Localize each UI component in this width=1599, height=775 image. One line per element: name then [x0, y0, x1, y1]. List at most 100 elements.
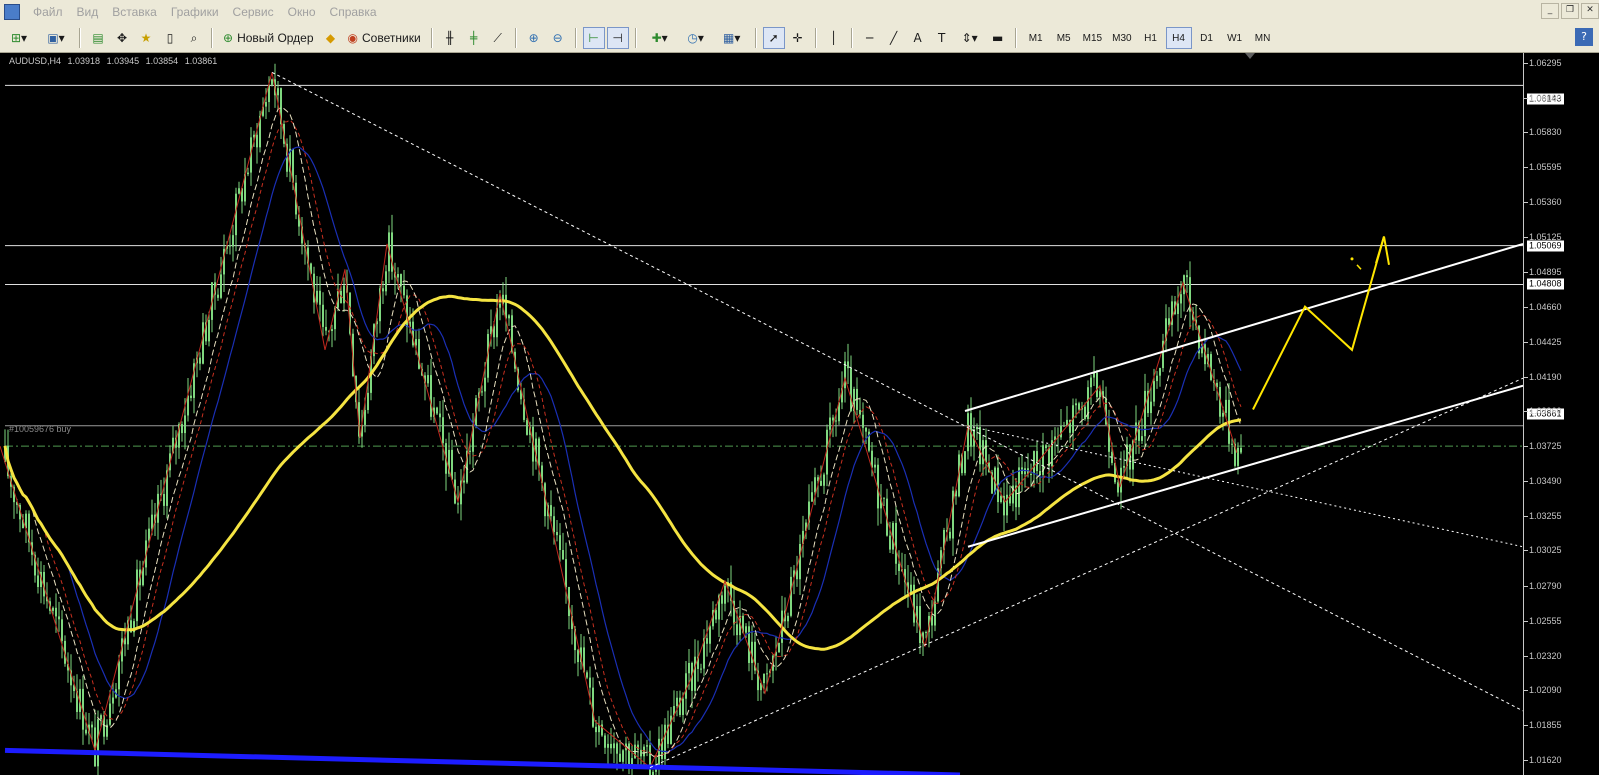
strategy-tester-icon[interactable]: ⌕	[183, 27, 205, 49]
auto-scroll-icon[interactable]: ⊢	[582, 27, 605, 49]
help-icon[interactable]: ?	[1575, 28, 1593, 46]
menu-help[interactable]: Справка	[323, 0, 384, 24]
toolbar-separator	[79, 28, 81, 48]
minimize-button[interactable]: _	[1541, 3, 1559, 19]
candle-body	[256, 134, 258, 148]
candle-body	[382, 288, 384, 292]
price-chart[interactable]: AUDUSD,H4 1.03918 1.03945 1.03854 1.0386…	[0, 53, 1599, 775]
timeframe-m5[interactable]: M5	[1051, 27, 1077, 49]
candle-body	[1150, 401, 1152, 414]
vertical-line-icon[interactable]: │	[823, 27, 845, 49]
candle-body	[457, 503, 459, 505]
candle-body	[964, 451, 966, 474]
chart-shift-icon[interactable]: ⊣	[606, 27, 629, 49]
candlestick-icon[interactable]: ╪	[463, 27, 485, 49]
candle-body	[136, 569, 138, 622]
candle-body	[589, 677, 591, 688]
candle-body	[1231, 443, 1233, 445]
price-tick-label: 1.02090	[1529, 684, 1562, 695]
timeframe-h4[interactable]: H4	[1165, 27, 1192, 49]
menu-charts[interactable]: Графики	[164, 0, 226, 24]
profiles-icon[interactable]: ▣ ▾	[39, 27, 73, 49]
arrows-icon[interactable]: ⇕▾	[955, 27, 985, 49]
line-chart-icon[interactable]: ⟋	[487, 27, 509, 49]
candle-body	[1030, 474, 1032, 476]
candle-body	[1210, 354, 1212, 381]
candle-body	[1063, 425, 1065, 427]
timeframe-m15[interactable]: M15	[1079, 27, 1106, 49]
toolbar-separator	[850, 28, 853, 48]
horizontal-line-icon[interactable]: ─	[859, 27, 881, 49]
close-button[interactable]: ✕	[1581, 3, 1599, 19]
text-icon[interactable]: A	[907, 27, 929, 49]
candle-body	[1090, 377, 1092, 388]
indicators-icon[interactable]: ✚ ▾	[643, 27, 677, 49]
candle-body	[931, 615, 933, 626]
candle-body	[799, 543, 801, 580]
candle-body	[685, 673, 687, 699]
menu-file[interactable]: Файл	[26, 0, 70, 24]
templates-icon[interactable]: ▦ ▾	[715, 27, 749, 49]
candle-body	[538, 438, 540, 466]
restore-button[interactable]: ❐	[1561, 3, 1579, 19]
candle-body	[649, 745, 651, 775]
forecast-dash	[1356, 264, 1362, 270]
candle-body	[559, 535, 561, 551]
candle-body	[847, 361, 849, 369]
toolbar-separator	[754, 28, 757, 48]
crosshair-icon[interactable]: ✛	[787, 27, 809, 49]
bar-chart-icon[interactable]: ╫	[439, 27, 461, 49]
navigator-icon[interactable]: ✥	[111, 27, 133, 49]
advisors-button[interactable]: ◉ Советники	[344, 27, 425, 49]
periods-icon[interactable]: ◷ ▾	[679, 27, 713, 49]
price-tick-label: 1.04425	[1529, 336, 1562, 347]
candle-body	[577, 650, 579, 663]
order-label[interactable]: #10059676 buy	[9, 424, 71, 434]
price-tick-label: 1.04190	[1529, 371, 1562, 382]
cursor-icon[interactable]: ➚	[762, 27, 785, 49]
rectangle-icon[interactable]: ▬	[987, 27, 1009, 49]
zoom-out-icon[interactable]: ⊖	[547, 27, 569, 49]
candle-body	[100, 715, 102, 720]
zoom-in-icon[interactable]: ⊕	[523, 27, 545, 49]
candle-body	[37, 575, 39, 588]
candle-body	[247, 172, 249, 175]
timeframe-m30[interactable]: M30	[1108, 27, 1135, 49]
price-tick-label: 1.04660	[1529, 301, 1562, 312]
candle-body	[865, 427, 867, 432]
timeframe-d1[interactable]: D1	[1194, 27, 1220, 49]
chart-shift-marker[interactable]	[1245, 53, 1255, 59]
candle-body	[721, 595, 723, 604]
candle-body	[442, 417, 444, 444]
candle-body	[1033, 451, 1035, 475]
candle-body	[403, 285, 405, 296]
price-tick-label: 1.02790	[1529, 580, 1562, 591]
timeframe-h1[interactable]: H1	[1138, 27, 1164, 49]
trendline-icon[interactable]: ╱	[883, 27, 905, 49]
chart-close: 1.03861	[184, 56, 218, 66]
favorites-icon[interactable]: ★	[135, 27, 157, 49]
market-watch-icon[interactable]: ▤	[87, 27, 109, 49]
candle-body	[724, 585, 726, 604]
price-tick-mark	[1524, 550, 1528, 552]
new-order-button[interactable]: ⊕ Новый Ордер	[219, 27, 318, 49]
alert-icon[interactable]: ◆	[320, 27, 342, 49]
menu-view[interactable]: Вид	[70, 0, 106, 24]
text-label-icon[interactable]: T	[931, 27, 953, 49]
price-tick-mark	[1524, 167, 1528, 169]
timeframe-mn[interactable]: MN	[1250, 27, 1276, 49]
candle-body	[439, 413, 441, 418]
price-tick-label: 1.03960	[1529, 406, 1562, 417]
data-window-icon[interactable]: ▯	[159, 27, 181, 49]
menu-window[interactable]: Окно	[281, 0, 323, 24]
candle-body	[238, 188, 240, 194]
candle-body	[436, 407, 438, 414]
chart-header: AUDUSD,H4 1.03918 1.03945 1.03854 1.0386…	[9, 56, 221, 66]
channel-bottom-line	[967, 384, 1523, 548]
candle-body	[748, 626, 750, 663]
menu-tools[interactable]: Сервис	[226, 0, 281, 24]
timeframe-w1[interactable]: W1	[1222, 27, 1248, 49]
new-chart-icon[interactable]: ⊞ ▾	[1, 27, 37, 49]
timeframe-m1[interactable]: M1	[1023, 27, 1049, 49]
menu-insert[interactable]: Вставка	[105, 0, 164, 24]
